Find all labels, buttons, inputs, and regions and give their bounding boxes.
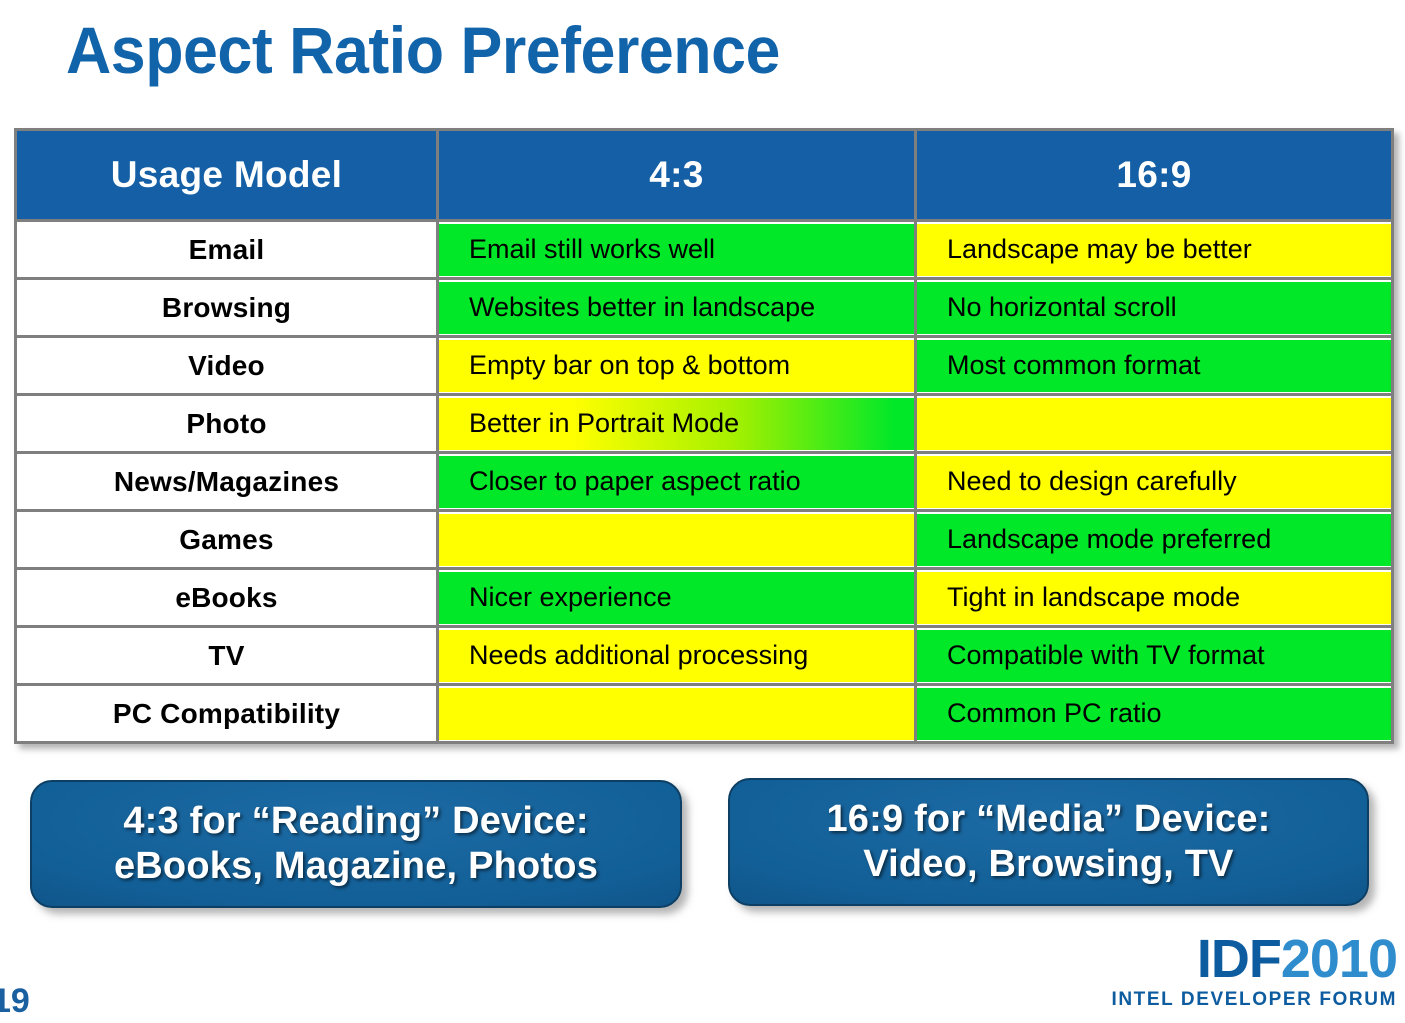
- cell-16-9: Tight in landscape mode: [914, 567, 1394, 628]
- cell-16-9-text: No horizontal scroll: [917, 281, 1391, 334]
- idf-logo-wordmark: IDF2010: [1111, 929, 1398, 989]
- table-row: Video Empty bar on top & bottom Most commo…: [14, 335, 1394, 396]
- usage-model-label: TV: [14, 625, 439, 686]
- cell-16-9: Need to design carefully: [914, 451, 1394, 512]
- usage-model-label: eBooks: [14, 567, 439, 628]
- usage-model-label: PC Compatibility: [14, 683, 439, 744]
- callout-reading-line-2: eBooks, Magazine, Photos: [113, 845, 599, 887]
- usage-model-label: News/Magazines: [14, 451, 439, 512]
- table-row: TV Needs additional processing Compatible …: [14, 625, 1394, 686]
- table-row: Browsing Websites better in landscape No h…: [14, 277, 1394, 338]
- table-row: PC Compatibility Common PC ratio: [14, 683, 1394, 744]
- cell-4-3: [436, 509, 917, 570]
- cell-4-3: Nicer experience: [436, 567, 917, 628]
- table-header-row: Usage Model 4:3 16:9: [14, 128, 1394, 222]
- usage-model-label: Video: [14, 335, 439, 396]
- cell-4-3-text: [439, 687, 914, 740]
- table-row: eBooks Nicer experience Tight in landscape…: [14, 567, 1394, 628]
- cell-4-3-text: Nicer experience: [439, 571, 914, 624]
- cell-16-9: Compatible with TV format: [914, 625, 1394, 686]
- column-header-4-3: 4:3: [436, 128, 917, 222]
- table-row: Photo Better in Portrait Mode: [14, 393, 1394, 454]
- usage-model-label: Games: [14, 509, 439, 570]
- callout-media-line-1: 16:9 for “Media” Device:: [826, 798, 1271, 841]
- cell-4-3-text: [439, 513, 914, 566]
- usage-model-label: Browsing: [14, 277, 439, 338]
- cell-4-3: Better in Portrait Mode: [436, 393, 917, 454]
- page-number: 19: [0, 982, 30, 1020]
- cell-4-3: [436, 683, 917, 744]
- usage-model-label: Photo: [14, 393, 439, 454]
- cell-16-9-text: Need to design carefully: [917, 455, 1391, 508]
- cell-4-3: Empty bar on top & bottom: [436, 335, 917, 396]
- cell-4-3-text: Better in Portrait Mode: [439, 397, 914, 450]
- cell-4-3: Websites better in landscape: [436, 277, 917, 338]
- callout-media-line-2: Video, Browsing, TV: [863, 843, 1234, 885]
- cell-16-9-text: Landscape mode preferred: [917, 513, 1391, 566]
- table-row: Email Email still works well Landscape may…: [14, 219, 1394, 280]
- table-row: Games Landscape mode preferred: [14, 509, 1394, 570]
- column-header-16-9: 16:9: [914, 128, 1394, 222]
- table-header: Usage Model 4:3 16:9: [14, 128, 1394, 222]
- cell-4-3-text: Needs additional processing: [439, 629, 914, 682]
- cell-4-3-text: Email still works well: [439, 223, 914, 276]
- cell-16-9-text: Tight in landscape mode: [917, 571, 1391, 624]
- cell-16-9-text: Landscape may be better: [917, 223, 1391, 276]
- callout-reading-device: 4:3 for “Reading” Device: eBooks, Magazi…: [30, 780, 682, 908]
- idf-logo-subtitle: INTEL DEVELOPER FORUM: [1111, 989, 1397, 1010]
- cell-4-3-text: Closer to paper aspect ratio: [439, 455, 914, 508]
- cell-16-9-text: [917, 397, 1391, 450]
- cell-4-3: Closer to paper aspect ratio: [436, 451, 917, 512]
- callout-media-device: 16:9 for “Media” Device: Video, Browsing…: [728, 778, 1369, 906]
- usage-model-label: Email: [14, 219, 439, 280]
- cell-16-9-text: Most common format: [917, 339, 1391, 392]
- table-body: Email Email still works well Landscape may…: [14, 219, 1394, 744]
- idf-logo: IDF2010 INTEL DEVELOPER FORUM: [1111, 929, 1398, 1010]
- cell-16-9-text: Common PC ratio: [917, 687, 1391, 740]
- page-title: Aspect Ratio Preference: [66, 13, 780, 87]
- cell-4-3-text: Empty bar on top & bottom: [439, 339, 914, 392]
- column-header-usage-model: Usage Model: [14, 128, 439, 222]
- cell-16-9: Most common format: [914, 335, 1394, 396]
- table-row: News/Magazines Closer to paper aspect rat…: [14, 451, 1394, 512]
- cell-16-9: Landscape mode preferred: [914, 509, 1394, 570]
- cell-16-9: Common PC ratio: [914, 683, 1394, 744]
- cell-16-9: No horizontal scroll: [914, 277, 1394, 338]
- callout-reading-line-1: 4:3 for “Reading” Device:: [123, 800, 589, 843]
- cell-16-9: Landscape may be better: [914, 219, 1394, 280]
- idf-logo-primary: IDF: [1196, 929, 1282, 989]
- cell-16-9-text: Compatible with TV format: [917, 629, 1391, 682]
- aspect-ratio-comparison-table: Usage Model 4:3 16:9 Email Email still wo…: [14, 128, 1394, 744]
- cell-4-3-text: Websites better in landscape: [439, 281, 914, 334]
- cell-4-3: Needs additional processing: [436, 625, 917, 686]
- cell-4-3: Email still works well: [436, 219, 917, 280]
- cell-16-9: [914, 393, 1394, 454]
- idf-logo-year: 2010: [1280, 929, 1398, 989]
